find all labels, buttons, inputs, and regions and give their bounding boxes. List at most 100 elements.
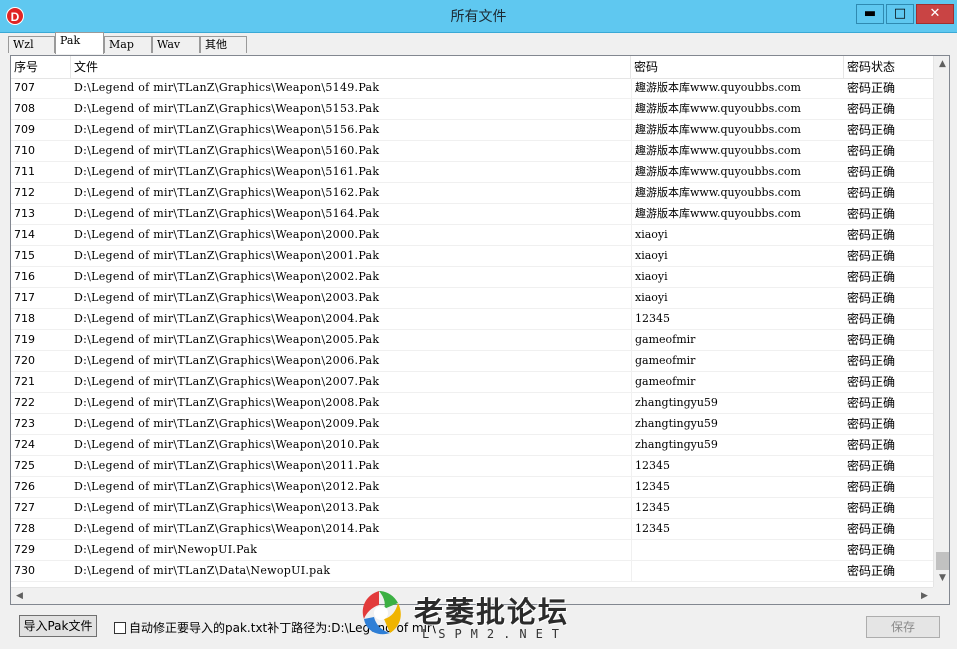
cell-password-status: 密码正确 bbox=[847, 480, 896, 494]
column-header-password[interactable]: 密码 bbox=[631, 56, 844, 78]
table-row[interactable]: 723 D:\Legend of mir\TLanZ\Graphics\Weapo… bbox=[11, 414, 933, 435]
maximize-button[interactable]: □ bbox=[886, 4, 914, 24]
column-header-file[interactable]: 文件 bbox=[71, 56, 631, 78]
cell-index: 723 bbox=[14, 417, 35, 430]
vertical-scrollbar[interactable]: ▲ ▼ bbox=[933, 56, 949, 587]
cell-password: 趣游版本库www.quyoubbs.com bbox=[631, 141, 844, 161]
close-button[interactable]: ✕ bbox=[916, 4, 954, 24]
column-header-index[interactable]: 序号 bbox=[11, 56, 71, 78]
cell-index: 710 bbox=[14, 144, 35, 157]
cell-password-status: 密码正确 bbox=[847, 459, 896, 473]
auto-fix-path-checkbox[interactable] bbox=[114, 622, 126, 634]
table-row[interactable]: 729 D:\Legend of mir\NewopUI.Pak 密码正确 bbox=[11, 540, 933, 561]
scroll-left-icon[interactable]: ◀ bbox=[11, 588, 28, 604]
table-row[interactable]: 718 D:\Legend of mir\TLanZ\Graphics\Weapo… bbox=[11, 309, 933, 330]
table-row[interactable]: 727 D:\Legend of mir\TLanZ\Graphics\Weapo… bbox=[11, 498, 933, 519]
cell-file-path: D:\Legend of mir\TLanZ\Data\NewopUI.pak bbox=[74, 564, 331, 577]
cell-index: 714 bbox=[14, 228, 35, 241]
table-row[interactable]: 717 D:\Legend of mir\TLanZ\Graphics\Weapo… bbox=[11, 288, 933, 309]
grid-header: 序号 文件 密码 密码状态 bbox=[11, 56, 933, 79]
table-row[interactable]: 716 D:\Legend of mir\TLanZ\Graphics\Weapo… bbox=[11, 267, 933, 288]
cell-password-status: 密码正确 bbox=[847, 312, 896, 326]
cell-password: 12345 bbox=[631, 456, 844, 476]
tab-pak[interactable]: Pak bbox=[55, 32, 104, 54]
watermark-title: 老萎批论坛 bbox=[414, 595, 570, 629]
file-list-grid: 序号 文件 密码 密码状态 707 D:\Legend of mir\TLanZ\… bbox=[10, 55, 950, 605]
cell-index: 721 bbox=[14, 375, 35, 388]
table-row[interactable]: 726 D:\Legend of mir\TLanZ\Graphics\Weapo… bbox=[11, 477, 933, 498]
table-row[interactable]: 728 D:\Legend of mir\TLanZ\Graphics\Weapo… bbox=[11, 519, 933, 540]
cell-password-status: 密码正确 bbox=[847, 333, 896, 347]
cell-password: 趣游版本库www.quyoubbs.com bbox=[631, 78, 844, 98]
cell-file-path: D:\Legend of mir\TLanZ\Graphics\Weapon\5… bbox=[74, 165, 380, 178]
cell-password-status: 密码正确 bbox=[847, 270, 896, 284]
cell-index: 722 bbox=[14, 396, 35, 409]
table-row[interactable]: 707 D:\Legend of mir\TLanZ\Graphics\Weapo… bbox=[11, 78, 933, 99]
cell-password: xiaoyi bbox=[631, 267, 844, 287]
cell-password: xiaoyi bbox=[631, 225, 844, 245]
cell-password: zhangtingyu59 bbox=[631, 393, 844, 413]
grid-rows: 707 D:\Legend of mir\TLanZ\Graphics\Weapo… bbox=[11, 78, 933, 582]
cell-index: 713 bbox=[14, 207, 35, 220]
cell-password: 12345 bbox=[631, 309, 844, 329]
cell-file-path: D:\Legend of mir\TLanZ\Graphics\Weapon\2… bbox=[74, 459, 380, 472]
cell-file-path: D:\Legend of mir\TLanZ\Graphics\Weapon\2… bbox=[74, 333, 380, 346]
cell-password-status: 密码正确 bbox=[847, 123, 896, 137]
table-row[interactable]: 724 D:\Legend of mir\TLanZ\Graphics\Weapo… bbox=[11, 435, 933, 456]
cell-password-status: 密码正确 bbox=[847, 81, 896, 95]
cell-password-status: 密码正确 bbox=[847, 543, 896, 557]
cell-password: 趣游版本库www.quyoubbs.com bbox=[631, 99, 844, 119]
cell-password-status: 密码正确 bbox=[847, 375, 896, 389]
table-row[interactable]: 730 D:\Legend of mir\TLanZ\Data\NewopUI.p… bbox=[11, 561, 933, 582]
cell-password-status: 密码正确 bbox=[847, 501, 896, 515]
cell-password: 12345 bbox=[631, 519, 844, 539]
cell-index: 711 bbox=[14, 165, 35, 178]
cell-file-path: D:\Legend of mir\TLanZ\Graphics\Weapon\2… bbox=[74, 249, 380, 262]
cell-password bbox=[631, 561, 844, 581]
cell-password-status: 密码正确 bbox=[847, 438, 896, 452]
scroll-up-icon[interactable]: ▲ bbox=[934, 56, 949, 73]
cell-password-status: 密码正确 bbox=[847, 102, 896, 116]
table-row[interactable]: 722 D:\Legend of mir\TLanZ\Graphics\Weapo… bbox=[11, 393, 933, 414]
cell-password-status: 密码正确 bbox=[847, 228, 896, 242]
cell-password-status: 密码正确 bbox=[847, 165, 896, 179]
table-row[interactable]: 719 D:\Legend of mir\TLanZ\Graphics\Weapo… bbox=[11, 330, 933, 351]
table-row[interactable]: 709 D:\Legend of mir\TLanZ\Graphics\Weapo… bbox=[11, 120, 933, 141]
cell-password-status: 密码正确 bbox=[847, 144, 896, 158]
table-row[interactable]: 708 D:\Legend of mir\TLanZ\Graphics\Weapo… bbox=[11, 99, 933, 120]
table-row[interactable]: 711 D:\Legend of mir\TLanZ\Graphics\Weapo… bbox=[11, 162, 933, 183]
tab-other[interactable]: 其他 bbox=[200, 36, 247, 53]
vertical-scroll-thumb[interactable] bbox=[936, 552, 949, 570]
tab-wav[interactable]: Wav bbox=[152, 36, 200, 53]
table-row[interactable]: 715 D:\Legend of mir\TLanZ\Graphics\Weapo… bbox=[11, 246, 933, 267]
cell-file-path: D:\Legend of mir\TLanZ\Graphics\Weapon\5… bbox=[74, 144, 380, 157]
cell-index: 728 bbox=[14, 522, 35, 535]
table-row[interactable]: 721 D:\Legend of mir\TLanZ\Graphics\Weapo… bbox=[11, 372, 933, 393]
cell-index: 707 bbox=[14, 81, 35, 94]
table-row[interactable]: 725 D:\Legend of mir\TLanZ\Graphics\Weapo… bbox=[11, 456, 933, 477]
cell-password: zhangtingyu59 bbox=[631, 435, 844, 455]
table-row[interactable]: 713 D:\Legend of mir\TLanZ\Graphics\Weapo… bbox=[11, 204, 933, 225]
scroll-down-icon[interactable]: ▼ bbox=[934, 570, 949, 587]
cell-file-path: D:\Legend of mir\TLanZ\Graphics\Weapon\2… bbox=[74, 312, 380, 325]
cell-file-path: D:\Legend of mir\NewopUI.Pak bbox=[74, 543, 258, 556]
column-header-status[interactable]: 密码状态 bbox=[844, 56, 933, 78]
cell-file-path: D:\Legend of mir\TLanZ\Graphics\Weapon\2… bbox=[74, 438, 380, 451]
tab-wzl[interactable]: Wzl bbox=[8, 36, 55, 53]
cell-file-path: D:\Legend of mir\TLanZ\Graphics\Weapon\5… bbox=[74, 123, 380, 136]
cell-file-path: D:\Legend of mir\TLanZ\Graphics\Weapon\2… bbox=[74, 501, 380, 514]
table-row[interactable]: 712 D:\Legend of mir\TLanZ\Graphics\Weapo… bbox=[11, 183, 933, 204]
cell-index: 717 bbox=[14, 291, 35, 304]
import-pak-button[interactable]: 导入Pak文件 bbox=[19, 615, 97, 637]
table-row[interactable]: 710 D:\Legend of mir\TLanZ\Graphics\Weapo… bbox=[11, 141, 933, 162]
save-button[interactable]: 保存 bbox=[866, 616, 940, 638]
cell-index: 718 bbox=[14, 312, 35, 325]
table-row[interactable]: 720 D:\Legend of mir\TLanZ\Graphics\Weapo… bbox=[11, 351, 933, 372]
cell-file-path: D:\Legend of mir\TLanZ\Graphics\Weapon\2… bbox=[74, 270, 380, 283]
minimize-button[interactable]: ▬ bbox=[856, 4, 884, 24]
tab-map[interactable]: Map bbox=[104, 36, 152, 53]
scroll-right-icon[interactable]: ▶ bbox=[916, 588, 933, 604]
cell-index: 726 bbox=[14, 480, 35, 493]
table-row[interactable]: 714 D:\Legend of mir\TLanZ\Graphics\Weapo… bbox=[11, 225, 933, 246]
cell-index: 725 bbox=[14, 459, 35, 472]
